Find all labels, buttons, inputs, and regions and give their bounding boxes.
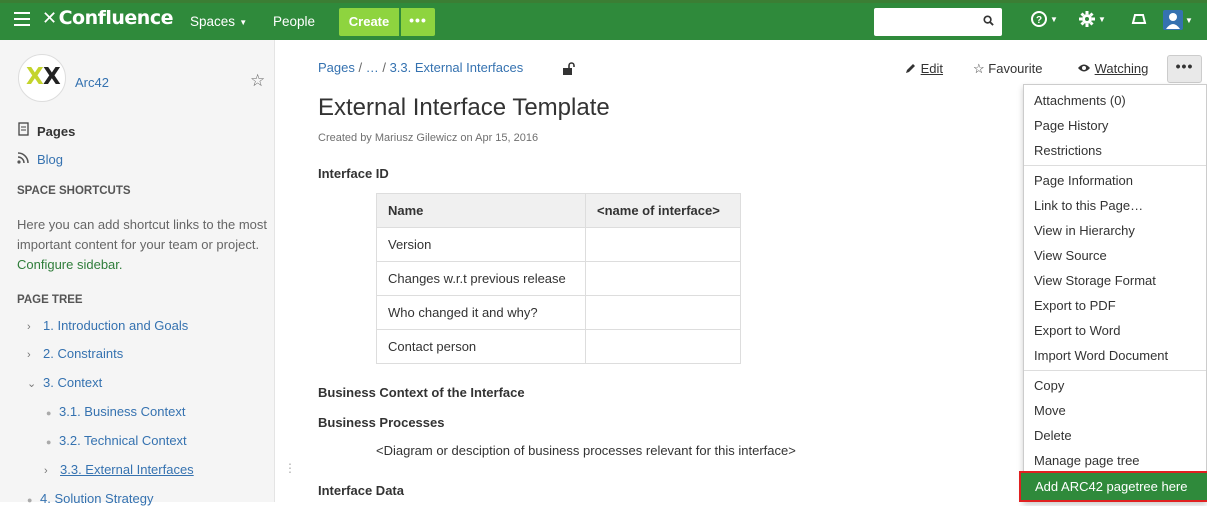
configure-sidebar-link[interactable]: Configure sidebar. — [17, 257, 123, 272]
top-navigation-bar: ✕ Confluence Spaces ▼ People Create ••• ?… — [0, 0, 1207, 40]
spaces-menu[interactable]: Spaces ▼ — [190, 14, 247, 29]
space-shortcuts-heading: SPACE SHORTCUTS — [17, 185, 131, 197]
page-byline: Created by Mariusz Gilewicz on Apr 15, 2… — [318, 132, 539, 144]
edit-button[interactable]: Edit — [905, 61, 943, 76]
menu-divider — [1024, 165, 1206, 166]
more-actions-menu: Attachments (0) Page History Restriction… — [1019, 84, 1207, 502]
menu-item-restrictions[interactable]: Restrictions — [1034, 143, 1102, 158]
pencil-icon — [906, 64, 915, 73]
chevron-right-icon: › — [27, 321, 31, 333]
menu-item-import-word[interactable]: Import Word Document — [1034, 348, 1168, 363]
tree-item-business-context[interactable]: ● 3.1. Business Context — [46, 404, 185, 419]
create-more-button[interactable]: ••• — [401, 8, 435, 36]
tree-item-constraints[interactable]: › 2. Constraints — [27, 346, 123, 361]
table-cell: Version — [376, 227, 586, 262]
chevron-right-icon: › — [44, 465, 48, 477]
table-row: Changes w.r.t previous release — [376, 261, 741, 296]
menu-item-manage-page-tree[interactable]: Manage page tree — [1034, 453, 1140, 468]
menu-item-view-source[interactable]: View Source — [1034, 248, 1107, 263]
table-cell — [585, 261, 741, 296]
people-link[interactable]: People — [273, 14, 315, 29]
menu-item-copy[interactable]: Copy — [1034, 378, 1064, 393]
menu-item-link-to-page[interactable]: Link to this Page… — [1034, 198, 1143, 213]
search-icon — [983, 15, 994, 26]
menu-divider — [1024, 370, 1206, 371]
page-title: External Interface Template — [318, 94, 610, 121]
more-actions-button[interactable]: ••• — [1167, 55, 1202, 83]
user-avatar-icon[interactable]: ▼ — [1163, 10, 1193, 30]
table-row: Who changed it and why? — [376, 295, 741, 330]
chevron-down-icon: ⌄ — [27, 378, 37, 390]
menu-item-view-storage-format[interactable]: View Storage Format — [1034, 273, 1156, 288]
star-icon[interactable]: ☆ — [250, 71, 265, 91]
create-button[interactable]: Create — [339, 8, 399, 36]
business-processes-heading: Business Processes — [318, 415, 445, 430]
table-row: Contact person — [376, 329, 741, 364]
breadcrumb-ellipsis[interactable]: … — [366, 60, 379, 75]
menu-item-view-hierarchy[interactable]: View in Hierarchy — [1034, 223, 1135, 238]
bullet-icon: ● — [27, 495, 33, 505]
bullet-icon: ● — [46, 408, 52, 418]
tree-item-technical-context[interactable]: ● 3.2. Technical Context — [46, 433, 187, 448]
shortcuts-description: Here you can add shortcut links to the m… — [17, 217, 268, 272]
menu-item-move[interactable]: Move — [1034, 403, 1066, 418]
interface-id-heading: Interface ID — [318, 166, 389, 181]
page-tree-heading: PAGE TREE — [17, 294, 83, 306]
sidebar-item-blog[interactable]: Blog — [17, 151, 63, 167]
business-context-heading: Business Context of the Interface — [318, 385, 525, 400]
menu-item-page-information[interactable]: Page Information — [1034, 173, 1133, 188]
menu-item-delete[interactable]: Delete — [1034, 428, 1072, 443]
table-cell — [585, 329, 741, 364]
rss-icon — [17, 151, 33, 167]
tree-item-solution-strategy[interactable]: ● 4. Solution Strategy — [27, 491, 153, 506]
favourite-button[interactable]: ☆ Favourite — [973, 61, 1042, 77]
space-avatar[interactable]: XX — [18, 54, 66, 102]
menu-item-page-history[interactable]: Page History — [1034, 118, 1108, 133]
sidebar-item-pages[interactable]: Pages — [17, 122, 75, 139]
menu-item-attachments[interactable]: Attachments (0) — [1034, 93, 1126, 108]
table-header-cell: <name of interface> — [585, 193, 741, 228]
table-cell: Contact person — [376, 329, 586, 364]
search-input[interactable] — [874, 8, 1002, 36]
breadcrumb: Pages / … / 3.3. External Interfaces — [318, 60, 524, 75]
help-icon[interactable]: ? ▼ — [1030, 10, 1058, 28]
menu-item-export-word[interactable]: Export to Word — [1034, 323, 1120, 338]
business-processes-text: <Diagram or desciption of business proce… — [376, 443, 796, 458]
watching-button[interactable]: Watching — [1077, 61, 1148, 76]
sidebar-resize-handle[interactable]: ⋮ — [284, 461, 296, 475]
interface-table: Name <name of interface> Version Changes… — [376, 193, 741, 364]
chevron-right-icon: › — [27, 349, 31, 361]
tree-item-external-interfaces[interactable]: › 3.3. External Interfaces — [44, 462, 194, 477]
eye-icon — [1078, 64, 1090, 72]
pages-icon — [17, 122, 33, 139]
interface-data-heading: Interface Data — [318, 483, 404, 498]
sidebar: XX Arc42 ☆ Pages Blog SPACE SHORTCUTS He… — [0, 40, 275, 506]
unlock-icon[interactable] — [562, 62, 576, 76]
tree-item-introduction[interactable]: › 1. Introduction and Goals — [27, 318, 188, 333]
table-cell — [585, 227, 741, 262]
settings-icon[interactable]: ▼ — [1078, 10, 1106, 28]
table-cell: Changes w.r.t previous release — [376, 261, 586, 296]
table-header-cell: Name — [376, 193, 586, 228]
star-icon: ☆ — [973, 61, 985, 76]
chevron-down-icon: ▼ — [237, 17, 248, 27]
table-cell: Who changed it and why? — [376, 295, 586, 330]
menu-item-export-pdf[interactable]: Export to PDF — [1034, 298, 1116, 313]
menu-item-add-arc42-pagetree[interactable]: Add ARC42 pagetree here — [1019, 471, 1207, 502]
bullet-icon: ● — [46, 437, 52, 447]
menu-icon[interactable] — [14, 12, 30, 26]
table-row: Version — [376, 227, 741, 262]
notifications-icon[interactable] — [1131, 10, 1147, 28]
space-name-link[interactable]: Arc42 — [75, 75, 109, 90]
tree-item-context[interactable]: ⌄ 3. Context — [27, 375, 102, 390]
table-cell — [585, 295, 741, 330]
breadcrumb-pages-link[interactable]: Pages — [318, 60, 355, 75]
confluence-logo[interactable]: ✕ Confluence — [42, 7, 173, 29]
breadcrumb-current-link[interactable]: 3.3. External Interfaces — [390, 60, 524, 75]
table-header-row: Name <name of interface> — [376, 193, 741, 228]
svg-text:?: ? — [1036, 15, 1042, 26]
